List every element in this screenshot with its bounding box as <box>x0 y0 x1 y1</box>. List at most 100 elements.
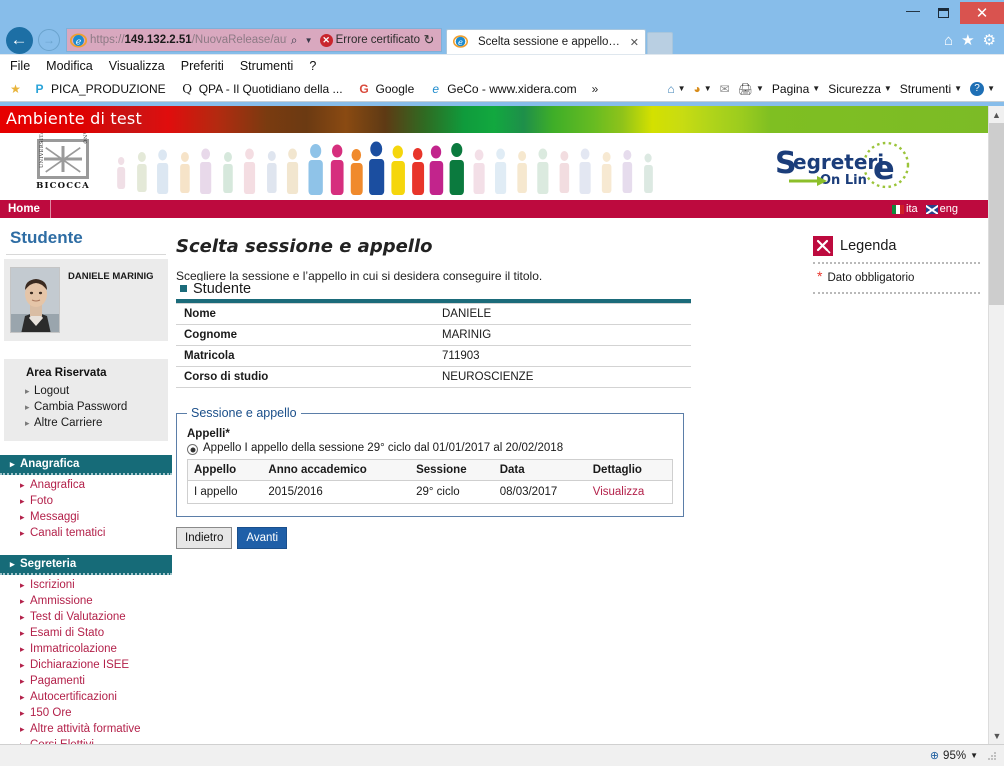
page-menu[interactable]: Pagina ▼ <box>769 82 823 96</box>
sidebar-item-altre-attivita-formative[interactable]: Altre attività formative <box>0 721 172 737</box>
home-icon[interactable]: ⌂ <box>944 32 953 49</box>
print-button[interactable]: 🖨 ▼ <box>735 82 767 96</box>
forward-button[interactable]: → <box>34 26 64 54</box>
close-button[interactable]: ✕ <box>960 2 1004 24</box>
col-dettaglio: Dettaglio <box>586 459 673 481</box>
address-bar[interactable]: e https://149.132.2.51/NuovaRelease/auth… <box>66 28 442 52</box>
sidebar-item-test-di-valutazione[interactable]: Test di Valutazione <box>0 609 172 625</box>
zoom-dropdown-icon[interactable]: ▼ <box>970 751 978 760</box>
tools-menu[interactable]: Strumenti ▼ <box>897 82 965 96</box>
sidebar-item-anagrafica[interactable]: Anagrafica <box>0 477 172 493</box>
visualizza-link[interactable]: Visualizza <box>587 481 673 504</box>
maximize-button[interactable] <box>928 2 958 24</box>
nav-list-anagrafica: Anagrafica Foto Messaggi Canali tematici <box>0 475 172 541</box>
sidebar-item-foto[interactable]: Foto <box>0 493 172 509</box>
resize-grip-icon[interactable] <box>986 750 998 762</box>
page-title: Scelta sessione e appello <box>176 236 433 257</box>
page-viewport: Ambiente di test UNIVERSITÀ DI MILANO BI… <box>0 106 1004 744</box>
mail-button[interactable]: ✉ <box>717 82 733 96</box>
tab-close-icon[interactable]: ✕ <box>630 36 639 49</box>
command-bar: ⌂ ▼ ◕ ▼ ✉ 🖨 ▼ Pagina ▼ Sicurezza ▼ Strumenti ▼… <box>664 81 1004 96</box>
student-info-table: Nome DANIELE Cognome MARINIG Matricola 7… <box>176 303 691 388</box>
test-environment-banner: Ambiente di test <box>0 106 988 133</box>
svg-text:e: e <box>458 36 463 46</box>
site-navbar: Home ita eng <box>0 200 988 218</box>
browser-toolbar-icons: ⌂ ★ ⚙ <box>944 31 1004 50</box>
internet-explorer-icon: e <box>70 32 87 49</box>
search-icon[interactable]: ⌕ <box>287 33 302 48</box>
help-button[interactable]: ? ▼ <box>967 81 998 96</box>
sidebar-item-canali-tematici[interactable]: Canali tematici <box>0 525 172 541</box>
maximize-icon <box>937 8 949 18</box>
student-name: DANIELE MARINIG <box>68 271 154 282</box>
address-dropdown-icon[interactable]: ▼ <box>302 36 316 45</box>
home-button[interactable]: ⌂ ▼ <box>664 82 688 96</box>
sidebar-item-messaggi[interactable]: Messaggi <box>0 509 172 525</box>
sidebar-item-corsi-elettivi[interactable]: Corsi Elettivi <box>0 737 172 744</box>
favorites-star-icon[interactable]: ★ <box>961 31 974 49</box>
certificate-error-button[interactable]: ✕ Errore certificato <box>315 33 420 47</box>
sidebar-item-dichiarazione-isee[interactable]: Dichiarazione ISEE <box>0 657 172 673</box>
minimize-button[interactable]: — <box>898 2 928 24</box>
svg-text:egreteri: egreteri <box>793 150 884 174</box>
favorite-pica[interactable]: P PICA_PRODUZIONE <box>27 81 171 96</box>
security-menu[interactable]: Sicurezza ▼ <box>825 82 895 96</box>
page-scrollbar[interactable]: ▲ ▼ <box>988 106 1004 744</box>
favorite-label: PICA_PRODUZIONE <box>51 81 166 96</box>
favorite-google[interactable]: G Google <box>352 81 420 96</box>
sidebar-item-autocertificazioni[interactable]: Autocertificazioni <box>0 689 172 705</box>
language-eng[interactable]: eng <box>925 203 958 215</box>
appello-radio-row[interactable]: Appello I appello della sessione 29° cic… <box>187 442 673 455</box>
chevron-down-icon: ▼ <box>987 84 995 93</box>
menu-help[interactable]: ? <box>309 59 316 73</box>
menu-preferiti[interactable]: Preferiti <box>181 59 224 73</box>
favorite-qpa[interactable]: Q QPA - Il Quotidiano della ... <box>175 81 348 96</box>
nav-header-segreteria[interactable]: Segreteria <box>0 555 172 575</box>
scrollbar-thumb[interactable] <box>989 123 1004 305</box>
language-ita[interactable]: ita <box>892 203 918 215</box>
svg-text:e: e <box>76 36 82 47</box>
menu-modifica[interactable]: Modifica <box>46 59 93 73</box>
appelli-field-label: Appelli* <box>187 428 230 440</box>
chevron-down-icon: ▼ <box>677 84 686 93</box>
new-tab-button[interactable] <box>647 32 673 54</box>
radio-label: Appello I appello della sessione 29° cic… <box>203 442 564 454</box>
form-buttons: Indietro Avanti <box>176 527 803 549</box>
sidebar-item-logout[interactable]: Logout <box>4 383 168 399</box>
refresh-icon[interactable]: ↻ <box>420 32 438 48</box>
back-button[interactable]: Indietro <box>176 527 233 549</box>
chevron-down-icon: ▼ <box>755 84 764 93</box>
scroll-up-arrow-icon[interactable]: ▲ <box>989 106 1004 123</box>
sidebar-item-altre-carriere[interactable]: Altre Carriere <box>4 415 168 431</box>
sidebar-item-pagamenti[interactable]: Pagamenti <box>0 673 172 689</box>
sidebar-item-esami-di-stato[interactable]: Esami di Stato <box>0 625 172 641</box>
zoom-icon[interactable]: ⊕ <box>930 749 939 762</box>
sidebar-item-iscrizioni[interactable]: Iscrizioni <box>0 577 172 593</box>
language-label: eng <box>939 203 958 215</box>
sidebar-item-immatricolazione[interactable]: Immatricolazione <box>0 641 172 657</box>
nav-home-link[interactable]: Home <box>8 200 51 218</box>
sidebar-item-cambia-password[interactable]: Cambia Password <box>4 399 168 415</box>
settings-gear-icon[interactable]: ⚙ <box>983 31 996 49</box>
favorite-label: GeCo - www.xidera.com <box>447 81 577 96</box>
feeds-button[interactable]: ◕ ▼ <box>691 82 715 96</box>
printer-icon: 🖨 <box>737 81 753 96</box>
next-button[interactable]: Avanti <box>237 527 288 549</box>
scroll-down-arrow-icon[interactable]: ▼ <box>989 727 1004 744</box>
table-row: Corso di studio NEUROSCIENZE <box>176 366 691 388</box>
legend-item-required: * Dato obbligatorio <box>813 264 980 294</box>
tab-active[interactable]: e Scelta sessione e appello di... ✕ <box>446 29 646 54</box>
italian-flag-icon <box>892 204 905 214</box>
sidebar-item-150-ore[interactable]: 150 Ore <box>0 705 172 721</box>
favorites-overflow-icon[interactable]: » <box>586 82 605 96</box>
student-panel-legend: Studente <box>180 281 260 297</box>
sidebar-item-ammissione[interactable]: Ammissione <box>0 593 172 609</box>
menu-strumenti[interactable]: Strumenti <box>240 59 294 73</box>
menu-file[interactable]: File <box>10 59 30 73</box>
nav-header-anagrafica[interactable]: Anagrafica <box>0 455 172 475</box>
favorite-geco[interactable]: e GeCo - www.xidera.com <box>423 81 581 96</box>
add-favorite-star-icon[interactable]: ★ <box>8 81 23 96</box>
menu-visualizza[interactable]: Visualizza <box>109 59 165 73</box>
radio-button-appello[interactable] <box>187 444 198 455</box>
back-button[interactable]: ← <box>4 26 34 54</box>
